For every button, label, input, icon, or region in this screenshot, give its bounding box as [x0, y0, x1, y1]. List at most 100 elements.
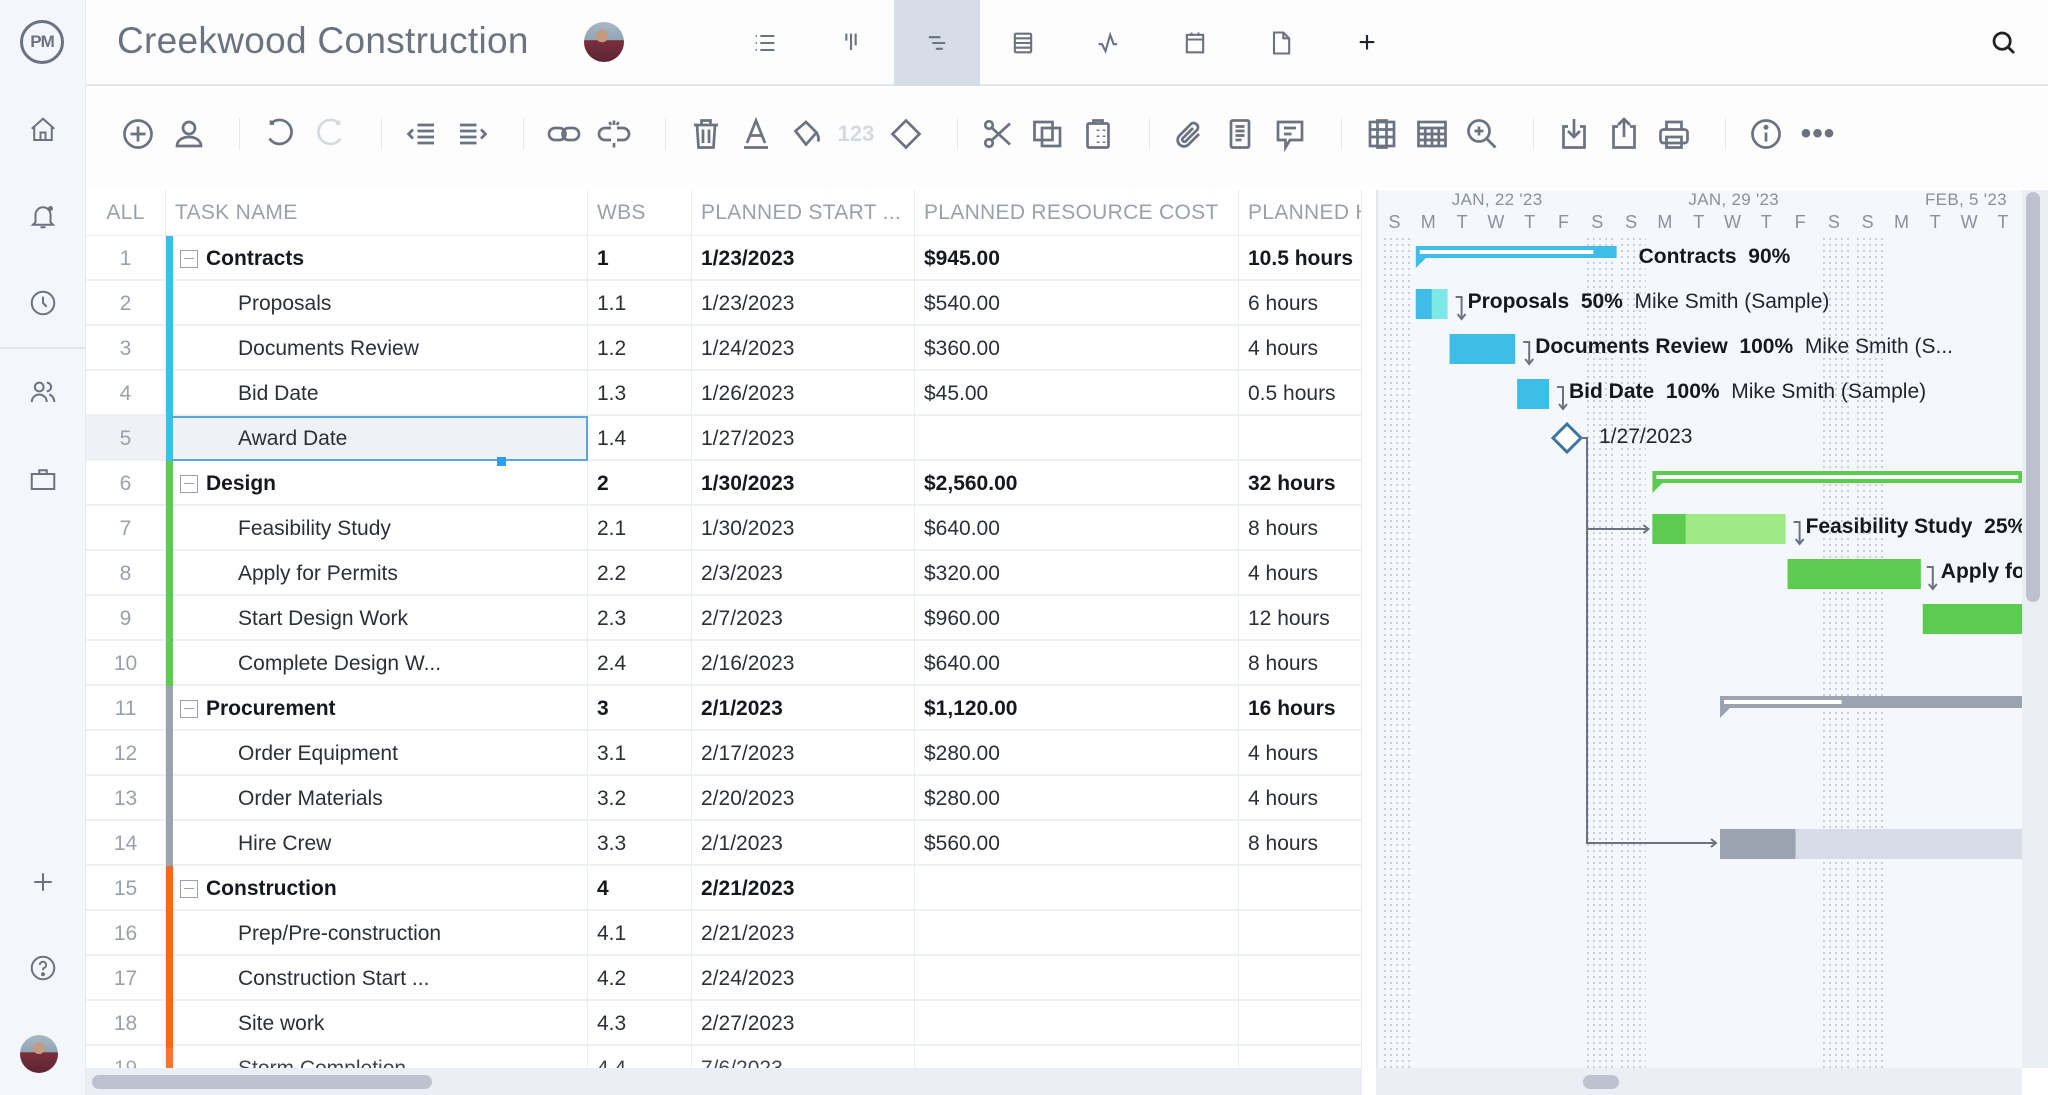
planned-hours-cell[interactable]: 6 hours — [1239, 281, 1362, 326]
milestone-diamond[interactable] — [1550, 421, 1584, 455]
planned-cost-cell[interactable]: $280.00 — [915, 776, 1239, 821]
table-row[interactable]: 8 Apply for Permits 2.2 2/3/2023 $320.00 4 ho… — [86, 551, 1362, 598]
wbs-cell[interactable]: 3 — [588, 686, 692, 731]
planned-cost-cell[interactable] — [915, 416, 1239, 461]
task-name-cell[interactable]: Order Materials — [166, 776, 588, 821]
row-number[interactable]: 15 — [86, 866, 166, 911]
planned-hours-cell[interactable]: 4 hours — [1239, 551, 1362, 596]
summary-bar-contracts[interactable] — [1415, 246, 1617, 268]
task-name-cell[interactable]: Hire Crew — [166, 821, 588, 866]
planned-hours-cell[interactable] — [1239, 866, 1362, 911]
row-number[interactable]: 16 — [86, 911, 166, 956]
row-number[interactable]: 19 — [86, 1046, 166, 1068]
wbs-cell[interactable]: 1.1 — [588, 281, 692, 326]
row-number[interactable]: 6 — [86, 461, 166, 506]
table-row[interactable]: 10 Complete Design W... 2.4 2/16/2023 $640.0… — [86, 641, 1362, 688]
planned-start-cell[interactable]: 2/7/2023 — [692, 596, 915, 641]
summary-bar-group[interactable] — [1652, 471, 2022, 493]
task-name-cell[interactable]: Construction Start ... — [166, 956, 588, 1001]
collapse-icon[interactable] — [180, 474, 198, 493]
planned-cost-cell[interactable]: $945.00 — [915, 236, 1239, 281]
scrollbar-thumb[interactable] — [1583, 1075, 1619, 1089]
row-number[interactable]: 1 — [86, 236, 166, 281]
tab-files-view[interactable] — [1238, 0, 1324, 86]
wbs-cell[interactable]: 4.4 — [588, 1046, 692, 1068]
planned-start-cell[interactable]: 2/21/2023 — [692, 911, 915, 956]
collapse-icon[interactable] — [180, 699, 198, 718]
table-row[interactable]: 14 Hire Crew 3.3 2/1/2023 $560.00 8 hours — [86, 821, 1362, 868]
planned-hours-cell[interactable]: 8 hours — [1239, 821, 1362, 866]
planned-start-cell[interactable]: 7/6/2023 — [692, 1046, 915, 1068]
column-header-planned-start[interactable]: PLANNED START ... — [692, 190, 915, 236]
rail-team[interactable] — [23, 372, 63, 412]
planned-start-cell[interactable]: 2/16/2023 — [692, 641, 915, 686]
table-row[interactable]: 18 Site work 4.3 2/27/2023 — [86, 1001, 1362, 1048]
task-name-cell[interactable]: Contracts — [166, 236, 588, 281]
planned-hours-cell[interactable]: 8 hours — [1239, 641, 1362, 686]
planned-cost-cell[interactable]: $360.00 — [915, 326, 1239, 371]
task-name-cell[interactable]: Proposals — [166, 281, 588, 326]
grid-horizontal-scrollbar[interactable] — [86, 1068, 1362, 1095]
task-name-cell[interactable]: Complete Design W... — [166, 641, 588, 686]
notes-button[interactable] — [1218, 112, 1262, 156]
planned-hours-cell[interactable]: 32 hours — [1239, 461, 1362, 506]
task-name-cell[interactable]: Design — [166, 461, 588, 506]
link-button[interactable] — [542, 112, 586, 156]
columns-button[interactable] — [1360, 112, 1404, 156]
row-number[interactable]: 18 — [86, 1001, 166, 1046]
planned-hours-cell[interactable] — [1239, 911, 1362, 956]
tab-sheet-view[interactable] — [980, 0, 1066, 86]
search-button[interactable] — [1986, 25, 2022, 61]
row-number[interactable]: 3 — [86, 326, 166, 371]
task-name-cell[interactable]: Start Design Work — [166, 596, 588, 641]
cut-button[interactable] — [976, 112, 1020, 156]
task-name-cell[interactable]: Apply for Permits — [166, 551, 588, 596]
wbs-cell[interactable]: 2.2 — [588, 551, 692, 596]
import-button[interactable] — [1552, 112, 1596, 156]
planned-cost-cell[interactable]: $1,120.00 — [915, 686, 1239, 731]
column-header-planned-hours[interactable]: PLANNED HOURS — [1239, 190, 1362, 236]
table-row[interactable]: 3 Documents Review 1.2 1/24/2023 $360.00 4 ho… — [86, 326, 1362, 373]
column-header-wbs[interactable]: WBS — [588, 190, 692, 236]
unlink-button[interactable] — [592, 112, 636, 156]
planned-cost-cell[interactable]: $640.00 — [915, 641, 1239, 686]
column-header-all[interactable]: ALL — [86, 190, 166, 236]
task-name-cell[interactable]: Bid Date — [166, 371, 588, 416]
task-name-cell[interactable]: Prep/Pre-construction — [166, 911, 588, 956]
wbs-cell[interactable]: 2.1 — [588, 506, 692, 551]
wbs-cell[interactable]: 1.4 — [588, 416, 692, 461]
task-name-cell[interactable]: Documents Review — [166, 326, 588, 371]
planned-start-cell[interactable]: 2/1/2023 — [692, 821, 915, 866]
task-name-cell[interactable]: Award Date — [166, 416, 588, 461]
planned-hours-cell[interactable]: 16 hours — [1239, 686, 1362, 731]
grid-button[interactable] — [1410, 112, 1454, 156]
planned-cost-cell[interactable]: $320.00 — [915, 551, 1239, 596]
row-number[interactable]: 4 — [86, 371, 166, 416]
rail-timesheets[interactable] — [23, 283, 63, 323]
planned-start-cell[interactable]: 2/21/2023 — [692, 866, 915, 911]
planned-hours-cell[interactable] — [1239, 1046, 1362, 1068]
wbs-cell[interactable]: 2.4 — [588, 641, 692, 686]
tab-board-view[interactable] — [808, 0, 894, 86]
column-header-task-name[interactable]: TASK NAME — [166, 190, 588, 236]
table-row-group[interactable]: 1 Contracts 1 1/23/2023 $945.00 10.5 hours — [86, 236, 1362, 283]
planned-start-cell[interactable]: 2/20/2023 — [692, 776, 915, 821]
print-button[interactable] — [1652, 112, 1696, 156]
comments-button[interactable] — [1268, 112, 1312, 156]
planned-cost-cell[interactable]: $2,560.00 — [915, 461, 1239, 506]
planned-hours-cell[interactable]: 8 hours — [1239, 506, 1362, 551]
export-button[interactable] — [1602, 112, 1646, 156]
zoom-button[interactable] — [1460, 112, 1504, 156]
table-row[interactable]: 12 Order Equipment 3.1 2/17/2023 $280.00 4 ho… — [86, 731, 1362, 778]
undo-button[interactable] — [258, 112, 302, 156]
user-avatar[interactable] — [20, 1035, 58, 1073]
indent-button[interactable] — [450, 112, 494, 156]
scrollbar-thumb[interactable] — [2026, 192, 2040, 602]
wbs-cell[interactable]: 3.1 — [588, 731, 692, 776]
table-row-group[interactable]: 11 Procurement 3 2/1/2023 $1,120.00 16 hours — [86, 686, 1362, 733]
table-row-group[interactable]: 15 Construction 4 2/21/2023 — [86, 866, 1362, 913]
planned-cost-cell[interactable]: $960.00 — [915, 596, 1239, 641]
row-number[interactable]: 2 — [86, 281, 166, 326]
outdent-button[interactable] — [400, 112, 444, 156]
rail-notifications[interactable] — [23, 196, 63, 236]
